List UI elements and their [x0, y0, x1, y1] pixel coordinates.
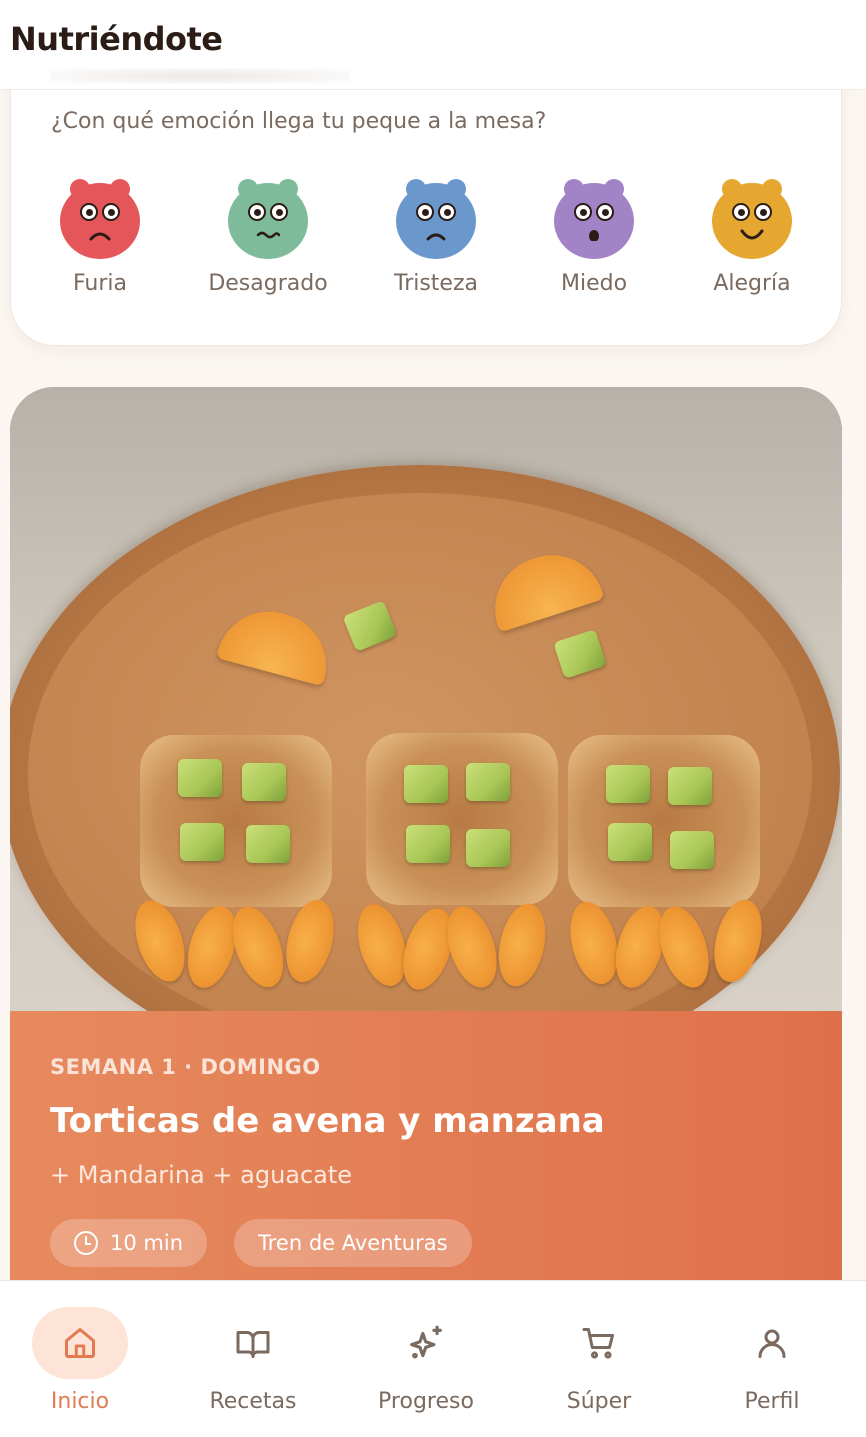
- nav-label: Recetas: [209, 1389, 297, 1414]
- emotion-tristeza[interactable]: Tristeza: [361, 177, 511, 296]
- disgust-face-icon: [228, 177, 308, 259]
- recipe-week: SEMANA 1 · DOMINGO: [50, 1055, 321, 1079]
- emotion-row: Furia Desagrado Tristeza Miedo Alegría: [11, 177, 843, 317]
- nav-label: Inicio: [50, 1389, 110, 1414]
- emotion-label: Alegría: [713, 271, 791, 296]
- emotion-label: Furia: [72, 271, 128, 296]
- nav-item-recetas[interactable]: Recetas: [178, 1307, 328, 1414]
- app-header: Nutriéndote: [0, 0, 866, 90]
- clock-icon: [74, 1231, 98, 1255]
- angry-face-icon: [60, 177, 140, 259]
- emotion-label: Miedo: [560, 271, 628, 296]
- sparkles-icon: [410, 1325, 442, 1359]
- fear-face-icon: [554, 177, 634, 259]
- sad-face-icon: [396, 177, 476, 259]
- emotion-label: Desagrado: [208, 271, 328, 296]
- recipe-subtitle: + Mandarina + aguacate: [50, 1161, 353, 1189]
- recipe-info: SEMANA 1 · DOMINGO Torticas de avena y m…: [10, 1011, 842, 1287]
- emotion-question: ¿Con qué emoción llega tu peque a la mes…: [51, 109, 547, 134]
- bottom-nav: Inicio Recetas Progreso Súper Perfil: [0, 1280, 866, 1437]
- nav-label: Súper: [566, 1389, 632, 1414]
- emotion-alegria[interactable]: Alegría: [677, 177, 827, 296]
- joy-face-icon: [712, 177, 792, 259]
- nav-item-super[interactable]: Súper: [524, 1307, 674, 1414]
- emotion-label: Tristeza: [393, 271, 478, 296]
- recipe-photo: [10, 387, 842, 1011]
- book-icon: [236, 1331, 270, 1358]
- emotion-desagrado[interactable]: Desagrado: [193, 177, 343, 296]
- home-icon: [65, 1328, 95, 1358]
- emotion-furia[interactable]: Furia: [25, 177, 175, 296]
- app-screen: ¿Con qué emoción llega tu peque a la mes…: [0, 0, 866, 1437]
- nav-label: Perfil: [744, 1389, 800, 1414]
- app-title: Nutriéndote: [10, 20, 223, 58]
- recipe-card[interactable]: SEMANA 1 · DOMINGO Torticas de avena y m…: [10, 387, 842, 1287]
- user-icon: [758, 1329, 786, 1358]
- time-chip: 10 min: [50, 1219, 207, 1267]
- recipe-title: Torticas de avena y manzana: [50, 1101, 605, 1141]
- theme-chip[interactable]: Tren de Aventuras: [234, 1219, 472, 1267]
- emotion-card: ¿Con qué emoción llega tu peque a la mes…: [10, 60, 842, 346]
- time-label: 10 min: [110, 1231, 183, 1255]
- nav-item-progreso[interactable]: Progreso: [351, 1307, 501, 1414]
- emotion-miedo[interactable]: Miedo: [519, 177, 669, 296]
- nav-item-inicio[interactable]: Inicio: [5, 1307, 155, 1414]
- cart-icon: [582, 1328, 614, 1359]
- nav-label: Progreso: [378, 1389, 474, 1414]
- nav-item-perfil[interactable]: Perfil: [697, 1307, 847, 1414]
